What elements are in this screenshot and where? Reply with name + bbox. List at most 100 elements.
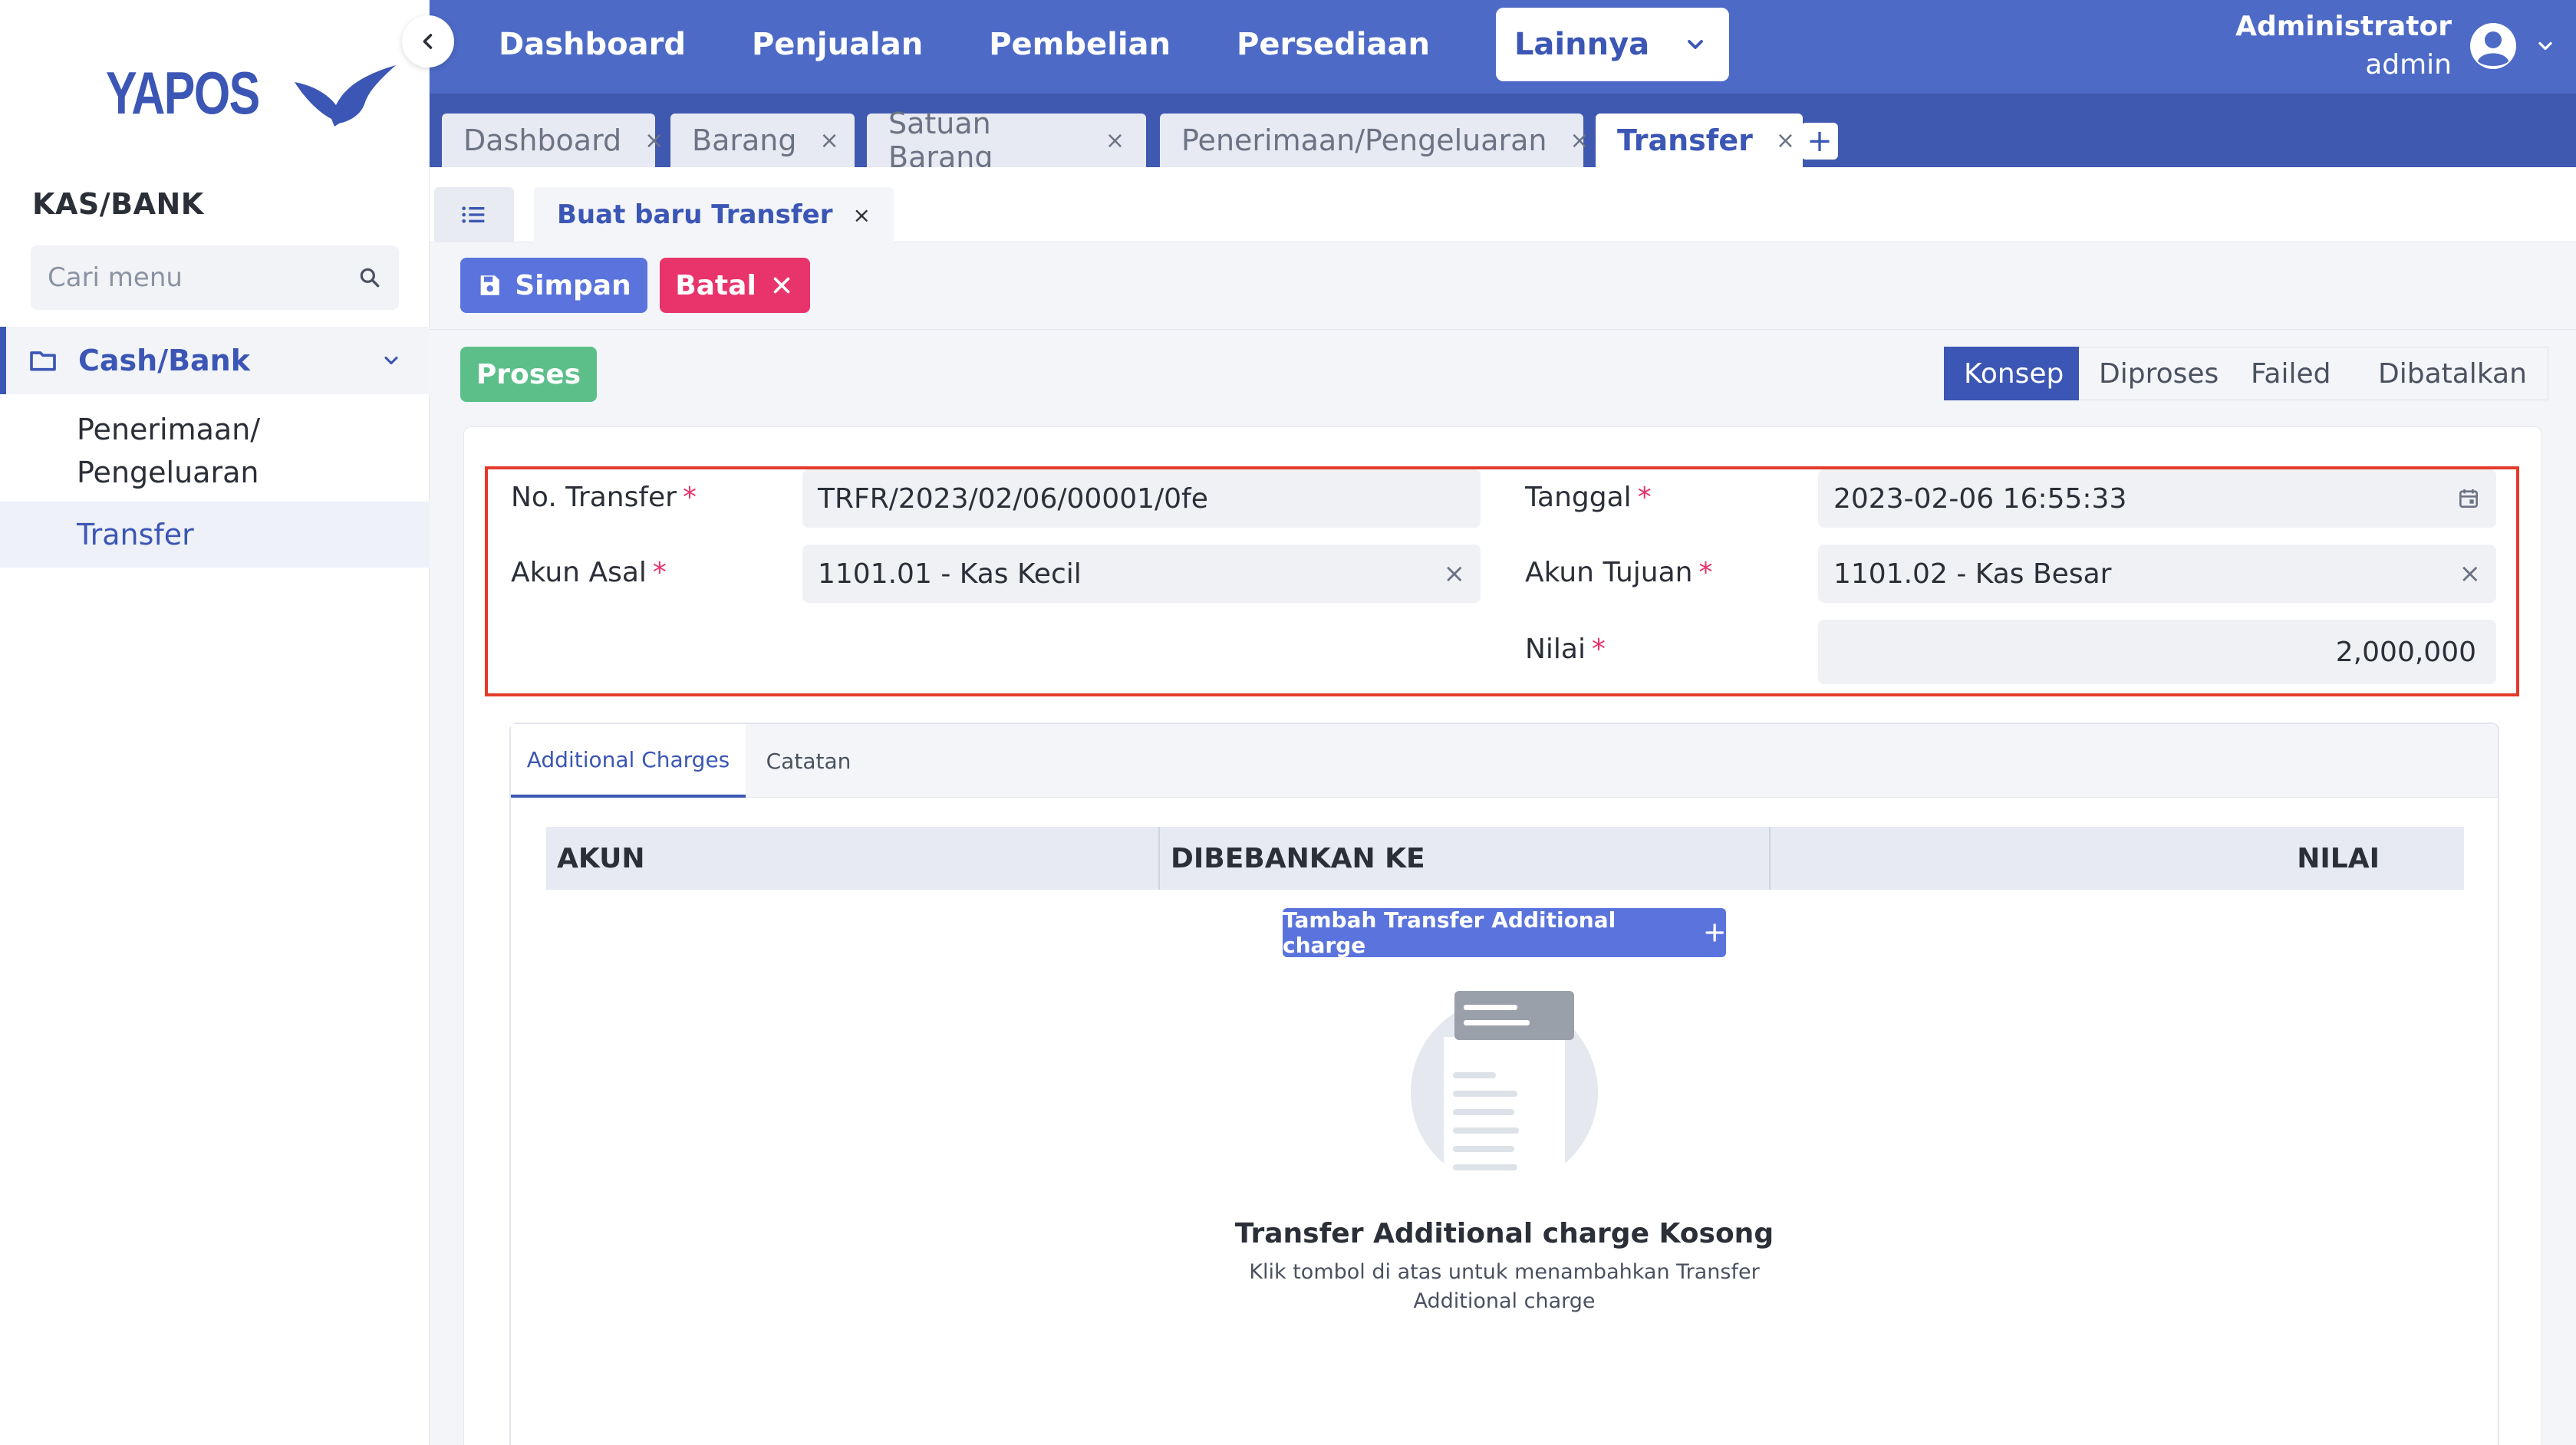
column-akun: AKUN — [546, 827, 1160, 890]
status-step-dibatalkan: Dibatalkan — [2358, 347, 2548, 400]
empty-desc-line1: Klik tombol di atas untuk menambahkan Tr… — [1249, 1260, 1760, 1284]
document-tabs-bar: Dashboard × Barang × Satuan Barang × Pen… — [430, 94, 2576, 174]
tab-label: Satuan Barang — [888, 107, 993, 174]
required-mark: * — [1592, 634, 1606, 665]
akun-asal-select[interactable]: 1101.01 - Kas Kecil × — [802, 545, 1481, 603]
table-header: AKUN DIBEBANKAN KE NILAI — [546, 827, 2464, 890]
no-transfer-label: No. Transfer * — [511, 482, 697, 513]
topnav-penjualan[interactable]: Penjualan — [752, 27, 923, 62]
sidebar-item-label: Transfer — [77, 518, 194, 551]
tanggal-value: 2023-02-06 16:55:33 — [1833, 482, 2127, 515]
sidebar-item-label-line2: Pengeluaran — [77, 456, 259, 489]
required-mark: * — [1637, 482, 1652, 513]
clear-icon[interactable]: × — [2459, 558, 2482, 589]
sidebar-collapse-button[interactable] — [402, 15, 454, 67]
subtab-bar: Buat baru Transfer × — [430, 167, 2576, 242]
add-button-label: Tambah Transfer Additional charge — [1283, 907, 1616, 958]
topnav-persediaan[interactable]: Persediaan — [1237, 27, 1430, 62]
clear-icon[interactable]: × — [1444, 558, 1466, 589]
tanggal-label: Tanggal * — [1525, 482, 1652, 513]
top-menu: Dashboard Penjualan Pembelian Persediaan… — [499, 0, 1729, 89]
column-dibebankan-ke: DIBEBANKAN KE — [1160, 827, 1771, 890]
chevron-down-icon[interactable] — [2535, 35, 2556, 57]
action-toolbar: Simpan Batal — [430, 242, 2576, 330]
tab-penerimaan-pengeluaran[interactable]: Penerimaan/Pengeluaran × — [1160, 114, 1589, 167]
chevron-left-icon — [423, 34, 433, 49]
search-placeholder: Cari menu — [48, 262, 183, 293]
sidebar-item-transfer[interactable]: Transfer — [0, 502, 430, 568]
user-names: Administrator admin — [2235, 8, 2452, 84]
tab-label: Penerimaan/Pengeluaran — [1181, 123, 1547, 157]
label-text: No. Transfer — [511, 482, 677, 513]
chevron-down-icon[interactable] — [380, 350, 402, 371]
step-label: Diproses — [2099, 357, 2219, 390]
empty-document-icon — [1411, 991, 1598, 1175]
status-step-failed: Failed — [2231, 347, 2358, 400]
akun-asal-value: 1101.01 - Kas Kecil — [818, 558, 1082, 590]
top-navbar: Dashboard Penjualan Pembelian Persediaan… — [430, 0, 2576, 94]
cancel-label: Batal — [675, 269, 756, 301]
tab-additional-charges[interactable]: Additional Charges — [511, 724, 746, 798]
avatar-icon[interactable] — [2469, 21, 2518, 71]
plus-icon — [1705, 923, 1724, 942]
empty-state-description: Klik tombol di atas untuk menambahkan Tr… — [511, 1258, 2498, 1316]
close-icon[interactable]: × — [1105, 127, 1125, 154]
required-mark: * — [682, 482, 697, 513]
no-transfer-value: TRFR/2023/02/06/00001/0fe — [818, 482, 1208, 515]
status-step-diproses: Diproses — [2079, 347, 2231, 400]
panel-tab-bar: Additional Charges Catatan — [511, 724, 2498, 798]
required-mark: * — [652, 557, 667, 588]
tanggal-field[interactable]: 2023-02-06 16:55:33 — [1818, 469, 2496, 528]
tab-catatan[interactable]: Catatan — [746, 724, 871, 798]
close-icon[interactable]: × — [644, 127, 664, 154]
akun-tujuan-label: Akun Tujuan * — [1525, 557, 1712, 588]
akun-tujuan-value: 1101.02 - Kas Besar — [1833, 558, 2112, 590]
nilai-value: 2,000,000 — [2335, 636, 2476, 668]
label-text: Akun Asal — [511, 557, 647, 588]
close-icon[interactable]: × — [1570, 127, 1589, 154]
empty-desc-line2: Additional charge — [1413, 1289, 1596, 1313]
step-label: Failed — [2251, 357, 2331, 390]
akun-tujuan-select[interactable]: 1101.02 - Kas Besar × — [1818, 545, 2496, 603]
dropdown-label: Lainnya — [1514, 27, 1650, 62]
process-button[interactable]: Proses — [460, 347, 597, 402]
user-role: admin — [2365, 49, 2452, 81]
close-icon[interactable]: × — [852, 202, 870, 228]
sidebar-search-input[interactable]: Cari menu — [31, 245, 399, 310]
nilai-label: Nilai * — [1525, 634, 1606, 665]
brand-logo[interactable]: YAPOS — [106, 58, 404, 128]
close-icon[interactable]: × — [1776, 127, 1795, 154]
column-nilai: NILAI — [2297, 842, 2380, 874]
save-icon — [480, 275, 499, 295]
cancel-button[interactable]: Batal — [660, 258, 810, 313]
sidebar-item-penerimaan-pengeluaran[interactable]: Penerimaan/ Pengeluaran — [0, 405, 430, 495]
subtab-buat-baru-transfer[interactable]: Buat baru Transfer × — [534, 187, 894, 242]
no-transfer-field[interactable]: TRFR/2023/02/06/00001/0fe — [802, 469, 1481, 528]
user-menu[interactable]: Administrator admin — [2235, 6, 2556, 86]
step-label: Konsep — [1964, 357, 2064, 390]
add-tab-button[interactable]: + — [1801, 123, 1838, 160]
tab-dashboard[interactable]: Dashboard × — [442, 114, 664, 167]
topnav-lainnya-dropdown[interactable]: Lainnya — [1495, 8, 1729, 81]
save-button[interactable]: Simpan — [460, 258, 647, 313]
tab-barang[interactable]: Barang × — [670, 114, 855, 167]
label-text: Tanggal — [1525, 482, 1632, 513]
tab-satuan-barang[interactable]: Satuan Barang × — [867, 107, 1146, 174]
sidebar: YAPOS KAS/BANK Cari menu Cash/Bank Pener… — [0, 0, 430, 1445]
search-icon[interactable] — [357, 265, 382, 290]
tab-label: Transfer — [1617, 123, 1753, 157]
chevron-down-icon — [1688, 40, 1703, 49]
nilai-input[interactable]: 2,000,000 — [1818, 620, 2496, 684]
topnav-dashboard[interactable]: Dashboard — [499, 27, 686, 62]
add-additional-charge-button[interactable]: Tambah Transfer Additional charge — [1283, 907, 1726, 958]
list-view-button[interactable] — [434, 187, 514, 242]
user-name: Administrator — [2235, 11, 2452, 42]
close-icon[interactable]: × — [819, 127, 838, 154]
calendar-icon[interactable] — [2456, 486, 2481, 511]
topnav-pembelian[interactable]: Pembelian — [989, 27, 1171, 62]
label-text: Nilai — [1525, 634, 1586, 665]
sidebar-group-cash-bank[interactable]: Cash/Bank — [0, 327, 430, 394]
tab-transfer[interactable]: Transfer × — [1596, 114, 1803, 167]
step-label: Dibatalkan — [2378, 357, 2527, 390]
tab-label: Barang — [692, 123, 797, 157]
